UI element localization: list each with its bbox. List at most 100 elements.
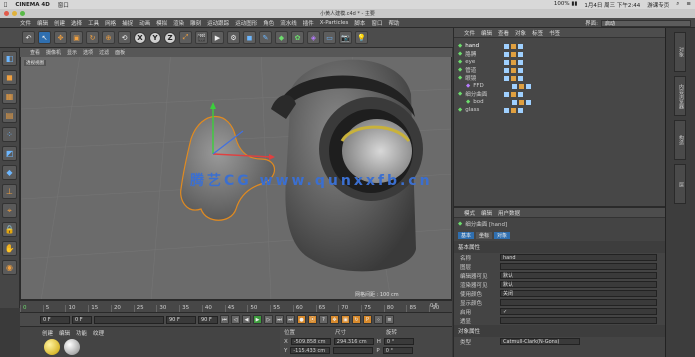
visibility-tag[interactable] [504,59,510,65]
cloner-button[interactable]: ✿ [291,31,304,44]
material-tag[interactable] [511,91,517,97]
timeline-ruler[interactable]: 0 5 10 15 20 25 30 35 40 45 50 55 60 65 70 75 80 85 90 [20,300,452,312]
menu-item[interactable]: 流水线 [280,19,297,27]
go-to-end-button[interactable]: ⏭ [286,315,295,324]
position-x-field[interactable]: -509.858 cm [290,338,331,345]
close-window-button[interactable] [4,11,9,16]
material-yellow[interactable] [44,339,60,355]
play-button[interactable]: ▶ [253,315,262,324]
menu-item[interactable]: 插件 [303,19,314,27]
mac-menu-window[interactable]: 窗口 [58,1,69,9]
visibility-tag[interactable] [504,43,510,49]
scale-key-button[interactable]: ▣ [341,315,350,324]
right-tab[interactable]: 层 [674,164,686,204]
layout-select[interactable]: 启动 [601,19,691,27]
menu-item[interactable]: 运动图形 [235,19,257,27]
render-view-button[interactable]: 🎬 [195,31,208,44]
viewport-menu-item[interactable]: 面板 [115,49,125,56]
list-icon[interactable]: ≡ [686,1,691,9]
object-menu-item[interactable]: 文件 [464,29,475,37]
visibility-tag[interactable] [504,91,510,97]
material-white[interactable] [64,339,80,355]
phong-tag[interactable] [518,75,524,81]
menu-item[interactable]: 角色 [263,19,274,27]
visibility-tag[interactable] [504,51,510,57]
app-name[interactable]: CINEMA 4D [15,2,49,8]
move-tool-button[interactable]: ✥ [54,31,67,44]
search-icon[interactable]: ⌕ [676,1,679,9]
rotation-h-field[interactable]: 0 ° [383,338,414,345]
user-name[interactable]: 游课专页 [647,1,669,9]
menu-item[interactable]: 窗口 [371,19,382,27]
visibility-tag[interactable] [504,107,510,113]
lock-icon[interactable]: 🔒 [2,222,17,237]
viewport-menu-item[interactable]: 摄像机 [46,49,61,56]
phong-tag[interactable] [518,59,524,65]
material-menu-item[interactable]: 创建 [42,329,53,337]
menu-item[interactable]: X-Particles [320,20,349,26]
object-menu-item[interactable]: 编辑 [481,29,492,37]
object-row[interactable]: ◆ glass [454,106,665,114]
texture-mode-icon[interactable]: ▦ [2,89,17,104]
attr-value[interactable]: ✓ [500,308,657,315]
next-frame-button[interactable]: ▷ [264,315,273,324]
deformer-button[interactable]: ◈ [307,31,320,44]
cube-button[interactable]: ◼ [243,31,256,44]
position-key-button[interactable]: ✥ [330,315,339,324]
point-level-button[interactable]: ⁘ [374,315,383,324]
make-editable-icon[interactable]: ◧ [2,51,17,66]
last-tool-button[interactable]: ⟲ [118,31,131,44]
menu-item[interactable]: 工具 [88,19,99,27]
material-tag[interactable] [511,51,517,57]
object-row[interactable]: ◆ eye [454,58,665,66]
object-row[interactable]: ◆ hand [454,42,665,50]
menu-item[interactable]: 帮助 [388,19,399,27]
next-key-button[interactable]: ⏭ [275,315,284,324]
zoom-window-button[interactable] [20,11,25,16]
material-menu-item[interactable]: 编辑 [59,329,70,337]
right-tab[interactable]: 内容浏览器 [674,76,686,116]
hand-object[interactable] [180,115,276,221]
workplane-icon[interactable]: ▤ [2,108,17,123]
visibility-tag[interactable] [512,83,518,89]
viewport-menu-item[interactable]: 选项 [83,49,93,56]
menu-item[interactable]: 文件 [20,19,31,27]
attr-value[interactable] [500,263,657,270]
object-row[interactable]: ◆ 胳膊 [454,50,665,58]
record-button[interactable]: ● [297,315,306,324]
phong-tag[interactable] [526,99,532,105]
material-tag[interactable] [511,43,517,49]
material-tag[interactable] [511,75,517,81]
camera-button[interactable]: 📷 [339,31,352,44]
attr-value[interactable]: 关闭 [500,290,657,297]
material-menu-item[interactable]: 功能 [76,329,87,337]
menu-item[interactable]: 模拟 [156,19,167,27]
rotation-p-field[interactable]: 0 ° [382,347,413,354]
attr-value[interactable] [500,317,657,324]
attr-menu-item[interactable]: 模式 [464,209,475,217]
object-row[interactable]: ◆ 细分曲面 [454,90,665,98]
y-axis-button[interactable]: Y [149,31,161,44]
prev-frame-button[interactable]: ◀ [242,315,251,324]
menu-item[interactable]: 编辑 [37,19,48,27]
apple-icon[interactable]:  [4,2,7,8]
prev-key-button[interactable]: ◁ [231,315,240,324]
end-frame-field[interactable]: 90 F [166,315,196,324]
viewport-menu-item[interactable]: 显示 [67,49,77,56]
select-tool-button[interactable]: ↖ [38,31,51,44]
visibility-tag[interactable] [512,99,518,105]
timeline-menu-button[interactable]: ≡ [385,315,394,324]
light-button[interactable]: 💡 [355,31,368,44]
start-frame-field[interactable]: 0 F [40,315,70,324]
range-slider[interactable] [94,315,164,324]
position-y-field[interactable]: -115.433 cm [290,347,331,354]
phong-tag[interactable] [518,43,524,49]
object-menu-item[interactable]: 查看 [498,29,509,37]
size-x-field[interactable]: 294.316 cm [333,338,374,345]
render-picture-viewer-button[interactable]: ▶ [211,31,224,44]
render-settings-button[interactable]: ⚙ [227,31,240,44]
phong-tag[interactable] [526,83,532,89]
autokey-button[interactable]: ⦿ [308,315,317,324]
right-tab[interactable]: 构造 [674,120,686,160]
points-mode-icon[interactable]: ⁘ [2,127,17,142]
